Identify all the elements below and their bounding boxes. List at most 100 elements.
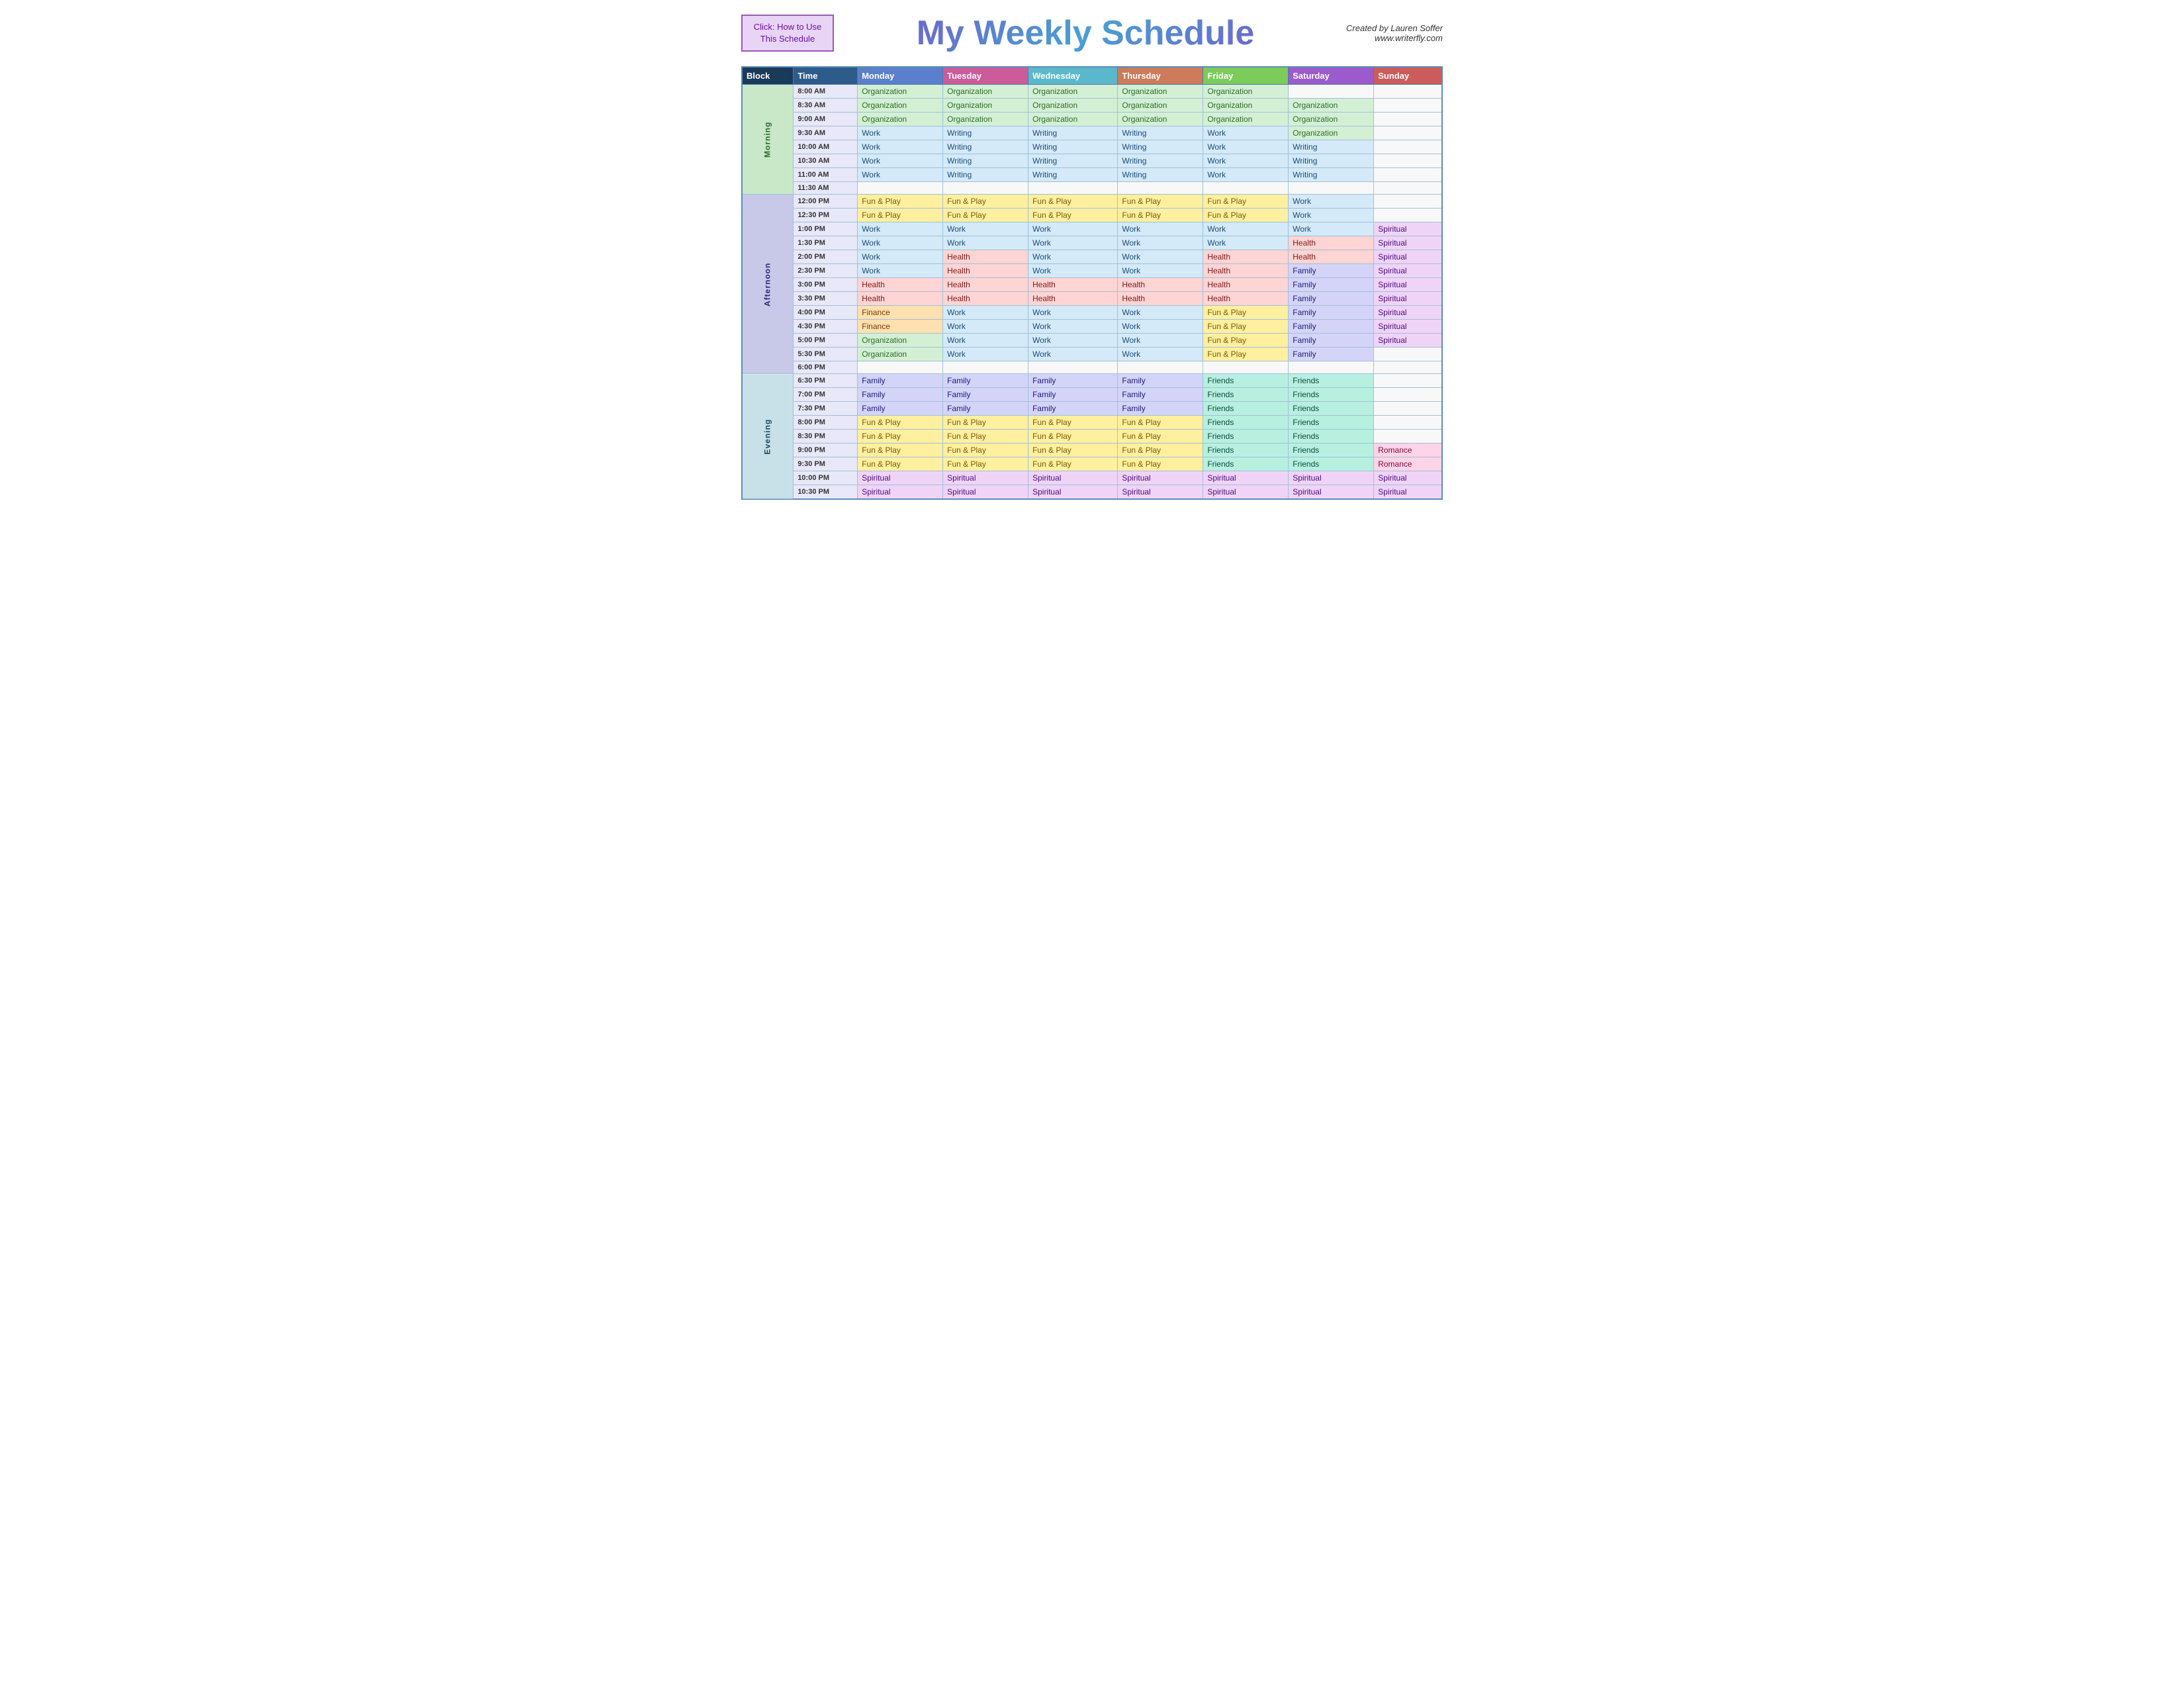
time-cell: 9:00 AM <box>794 113 858 126</box>
table-row: 3:30 PMHealthHealthHealthHealthHealthFam… <box>742 292 1442 306</box>
day-cell-mon: Fun & Play <box>858 457 943 471</box>
day-cell-fri: Fun & Play <box>1203 334 1289 348</box>
table-row: 5:30 PMOrganizationWorkWorkWorkFun & Pla… <box>742 348 1442 361</box>
day-cell-mon: Work <box>858 140 943 154</box>
day-cell-mon: Spiritual <box>858 471 943 485</box>
day-cell-tue: Writing <box>943 168 1028 182</box>
time-cell: 9:30 AM <box>794 126 858 140</box>
page-header: Click: How to Use This Schedule My Weekl… <box>741 13 1443 53</box>
day-cell-fri: Work <box>1203 168 1289 182</box>
day-cell-sun <box>1374 209 1442 222</box>
table-row: 3:00 PMHealthHealthHealthHealthHealthFam… <box>742 278 1442 292</box>
time-cell: 6:00 PM <box>794 361 858 374</box>
table-row: 10:00 AMWorkWritingWritingWritingWorkWri… <box>742 140 1442 154</box>
day-cell-fri: Health <box>1203 264 1289 278</box>
day-cell-fri: Fun & Play <box>1203 348 1289 361</box>
time-cell: 1:00 PM <box>794 222 858 236</box>
day-cell-wed: Writing <box>1028 126 1118 140</box>
day-cell-tue: Health <box>943 278 1028 292</box>
table-row: 8:00 PMFun & PlayFun & PlayFun & PlayFun… <box>742 416 1442 430</box>
day-cell-wed: Spiritual <box>1028 471 1118 485</box>
block-cell-afternoon: Afternoon <box>742 195 794 374</box>
time-cell: 12:30 PM <box>794 209 858 222</box>
how-to-use-button[interactable]: Click: How to Use This Schedule <box>741 15 834 52</box>
day-cell-wed: Fun & Play <box>1028 430 1118 444</box>
day-cell-sat: Spiritual <box>1289 471 1374 485</box>
day-cell-tue: Organization <box>943 113 1028 126</box>
day-cell-wed: Fun & Play <box>1028 457 1118 471</box>
day-cell-tue: Work <box>943 348 1028 361</box>
day-cell-thu <box>1118 182 1203 195</box>
day-cell-wed: Family <box>1028 388 1118 402</box>
day-cell-tue: Work <box>943 334 1028 348</box>
day-cell-tue: Health <box>943 264 1028 278</box>
time-cell: 10:30 PM <box>794 485 858 500</box>
table-header-row: Block Time Monday Tuesday Wednesday Thur… <box>742 67 1442 85</box>
day-cell-sat: Friends <box>1289 444 1374 457</box>
day-cell-fri: Friends <box>1203 444 1289 457</box>
day-cell-wed: Work <box>1028 348 1118 361</box>
day-cell-mon: Organization <box>858 348 943 361</box>
page-title: My Weekly Schedule <box>834 13 1337 53</box>
day-cell-sat <box>1289 182 1374 195</box>
day-cell-mon: Fun & Play <box>858 430 943 444</box>
day-cell-thu: Family <box>1118 402 1203 416</box>
day-cell-mon: Work <box>858 250 943 264</box>
day-cell-fri: Work <box>1203 154 1289 168</box>
table-row: 11:00 AMWorkWritingWritingWritingWorkWri… <box>742 168 1442 182</box>
day-cell-fri: Fun & Play <box>1203 320 1289 334</box>
day-cell-tue: Family <box>943 374 1028 388</box>
time-cell: 8:00 AM <box>794 85 858 99</box>
day-cell-thu: Organization <box>1118 85 1203 99</box>
day-cell-wed: Family <box>1028 402 1118 416</box>
day-cell-fri: Friends <box>1203 402 1289 416</box>
day-cell-wed: Fun & Play <box>1028 195 1118 209</box>
day-cell-tue: Health <box>943 292 1028 306</box>
day-cell-thu: Writing <box>1118 140 1203 154</box>
day-cell-fri: Spiritual <box>1203 471 1289 485</box>
day-cell-sun: Spiritual <box>1374 278 1442 292</box>
day-cell-sat: Spiritual <box>1289 485 1374 500</box>
day-cell-thu: Organization <box>1118 99 1203 113</box>
day-cell-thu: Family <box>1118 388 1203 402</box>
day-cell-thu: Organization <box>1118 113 1203 126</box>
day-cell-thu: Health <box>1118 292 1203 306</box>
day-cell-thu: Fun & Play <box>1118 416 1203 430</box>
day-cell-wed: Health <box>1028 278 1118 292</box>
table-row: 5:00 PMOrganizationWorkWorkWorkFun & Pla… <box>742 334 1442 348</box>
day-cell-tue: Writing <box>943 140 1028 154</box>
time-cell: 2:30 PM <box>794 264 858 278</box>
col-header-saturday: Saturday <box>1289 67 1374 85</box>
day-cell-fri: Friends <box>1203 457 1289 471</box>
table-row: 1:00 PMWorkWorkWorkWorkWorkWorkSpiritual <box>742 222 1442 236</box>
day-cell-thu: Fun & Play <box>1118 209 1203 222</box>
time-cell: 5:30 PM <box>794 348 858 361</box>
day-cell-sat <box>1289 85 1374 99</box>
credit-website: www.writerfly.com <box>1337 33 1443 43</box>
day-cell-sat: Health <box>1289 250 1374 264</box>
day-cell-tue: Organization <box>943 99 1028 113</box>
table-row: 9:30 PMFun & PlayFun & PlayFun & PlayFun… <box>742 457 1442 471</box>
day-cell-sat: Family <box>1289 278 1374 292</box>
day-cell-sat: Work <box>1289 222 1374 236</box>
day-cell-fri: Friends <box>1203 416 1289 430</box>
day-cell-sat: Family <box>1289 320 1374 334</box>
day-cell-tue: Fun & Play <box>943 416 1028 430</box>
table-row: 12:30 PMFun & PlayFun & PlayFun & PlayFu… <box>742 209 1442 222</box>
table-row: Afternoon12:00 PMFun & PlayFun & PlayFun… <box>742 195 1442 209</box>
table-row: 9:30 AMWorkWritingWritingWritingWorkOrga… <box>742 126 1442 140</box>
time-cell: 10:00 AM <box>794 140 858 154</box>
day-cell-wed: Work <box>1028 236 1118 250</box>
day-cell-sat: Family <box>1289 334 1374 348</box>
table-row: 10:30 AMWorkWritingWritingWritingWorkWri… <box>742 154 1442 168</box>
weekly-schedule-table: Block Time Monday Tuesday Wednesday Thur… <box>741 66 1443 500</box>
day-cell-sun: Spiritual <box>1374 485 1442 500</box>
day-cell-sun <box>1374 154 1442 168</box>
day-cell-wed: Work <box>1028 306 1118 320</box>
table-row: 4:30 PMFinanceWorkWorkWorkFun & PlayFami… <box>742 320 1442 334</box>
day-cell-wed: Organization <box>1028 113 1118 126</box>
day-cell-sun: Spiritual <box>1374 471 1442 485</box>
day-cell-fri: Organization <box>1203 85 1289 99</box>
day-cell-mon: Finance <box>858 320 943 334</box>
col-header-sunday: Sunday <box>1374 67 1442 85</box>
